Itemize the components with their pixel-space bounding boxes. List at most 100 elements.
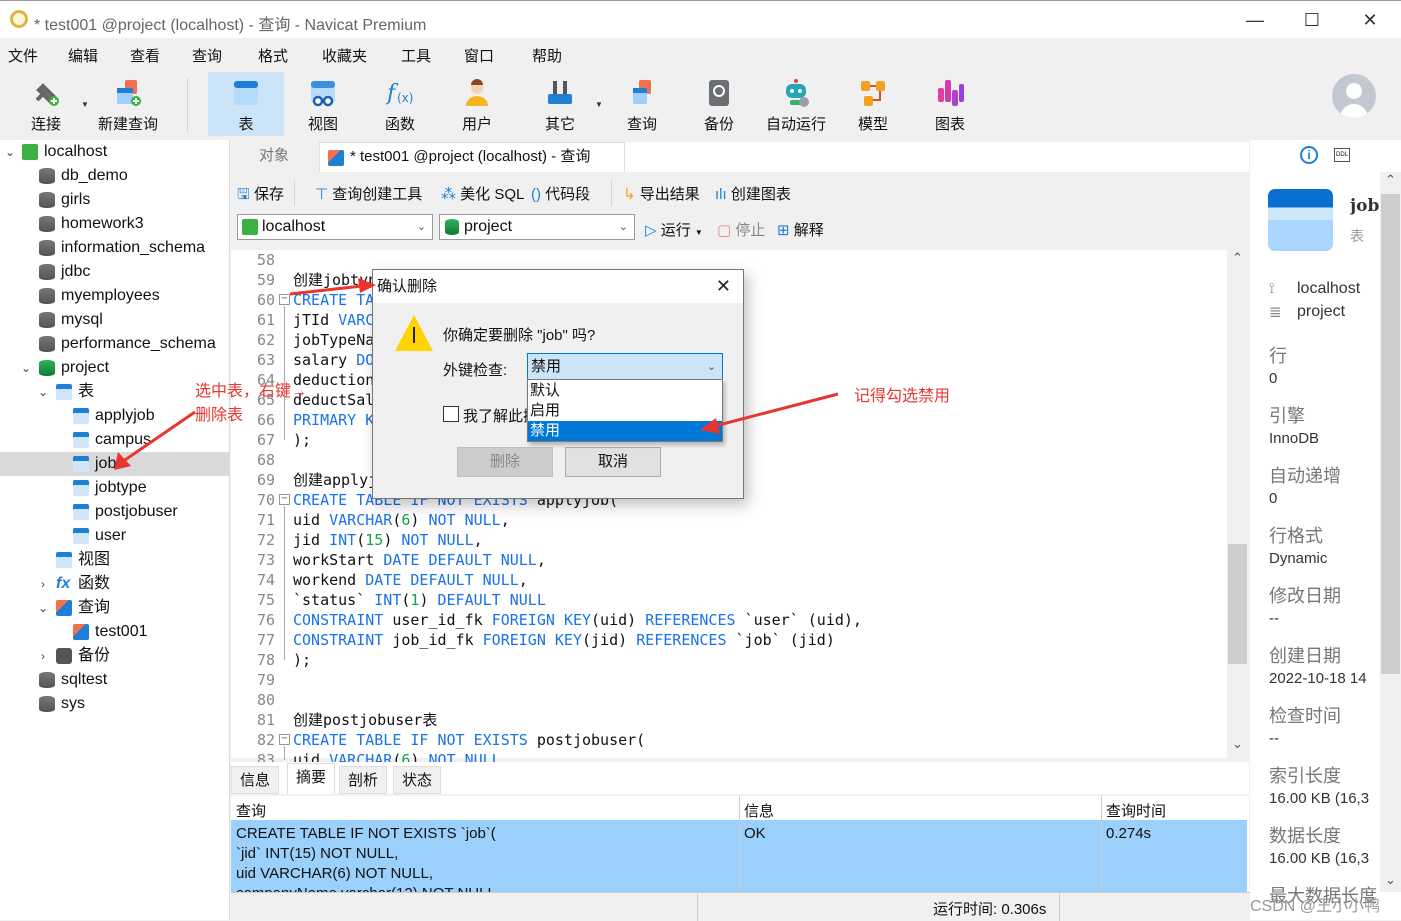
tab-profile[interactable]: 剖析 — [339, 766, 388, 794]
option-disable[interactable]: 禁用 — [528, 421, 722, 441]
chart-button[interactable]: 图表 — [920, 72, 980, 136]
close-button[interactable]: ✕ — [1341, 1, 1399, 39]
query-builder-button[interactable]: ⊤ 查询创建工具 — [315, 183, 422, 204]
stop-button[interactable]: ▢ 停止 — [717, 219, 765, 240]
dialog-close-icon[interactable]: ✕ — [716, 270, 731, 303]
collapse-chevron-icon[interactable]: ⌄ — [4, 140, 16, 164]
code-line: 82− CREATE TABLE IF NOT EXISTS postjobuse… — [231, 730, 1221, 750]
model-button[interactable]: 模型 — [842, 72, 904, 136]
column-header-time[interactable]: 查询时间 — [1106, 800, 1166, 821]
menu-file[interactable]: 文件 — [8, 45, 38, 66]
menu-view[interactable]: 查看 — [130, 45, 160, 66]
tree-database[interactable]: girls — [0, 188, 229, 212]
user-avatar[interactable] — [1332, 74, 1376, 118]
backup-button[interactable]: 备份 — [688, 72, 750, 136]
menu-favorites[interactable]: 收藏夹 — [322, 45, 367, 66]
delete-button[interactable]: 删除 — [457, 447, 553, 477]
scroll-down-icon[interactable]: ⌄ — [1232, 736, 1243, 752]
collapse-chevron-icon[interactable]: ⌄ — [37, 380, 49, 404]
menu-tools[interactable]: 工具 — [401, 45, 431, 66]
menu-format[interactable]: 格式 — [258, 45, 288, 66]
run-dropdown-caret-icon[interactable]: ▼ — [695, 228, 703, 237]
run-button[interactable]: ▷ 运行 ▼ — [645, 219, 703, 240]
new-query-button[interactable]: 新建查询 — [94, 72, 162, 136]
collapse-chevron-icon[interactable]: ⌄ — [37, 596, 49, 620]
scroll-up-icon[interactable]: ⌃ — [1232, 250, 1243, 266]
column-header-info[interactable]: 信息 — [744, 800, 774, 821]
understand-checkbox-label[interactable]: 我了解此操作 — [463, 405, 527, 426]
editor-scrollbar[interactable]: ⌃ ⌄ — [1227, 250, 1249, 758]
tab-objects[interactable]: 对象 — [249, 142, 299, 172]
option-enable[interactable]: 启用 — [528, 401, 722, 421]
tree-query-test001[interactable]: test001 — [0, 620, 229, 644]
tree-database[interactable]: performance_schema — [0, 332, 229, 356]
tree-table[interactable]: user — [0, 524, 229, 548]
function-button[interactable]: f (x) 函数 — [368, 72, 432, 136]
table-button[interactable]: 表 — [208, 72, 284, 136]
save-button[interactable]: 🖫 保存 — [237, 183, 284, 209]
cancel-button[interactable]: 取消 — [565, 447, 661, 477]
connect-dropdown-caret-icon[interactable]: ▼ — [81, 100, 89, 109]
ddl-icon[interactable]: DDL — [1334, 148, 1350, 162]
tree-folder-functions[interactable]: › fx 函数 — [0, 572, 229, 596]
tree-database[interactable]: sys — [0, 692, 229, 716]
tree-database[interactable]: jdbc — [0, 260, 229, 284]
option-default[interactable]: 默认 — [528, 381, 722, 401]
menu-edit[interactable]: 编辑 — [68, 45, 98, 66]
tab-summary[interactable]: 摘要 — [287, 763, 336, 794]
tree-folder-queries[interactable]: ⌄ 查询 — [0, 596, 229, 620]
create-chart-button[interactable]: ılı 创建图表 — [715, 183, 791, 204]
tab-query-test001[interactable]: * test001 @project (localhost) - 查询 — [319, 142, 625, 172]
maximize-button[interactable]: ☐ — [1283, 1, 1341, 39]
explain-button[interactable]: ⊞ 解释 — [777, 219, 824, 240]
fold-toggle-icon[interactable]: − — [279, 494, 290, 505]
other-button[interactable]: 其它 — [528, 72, 592, 136]
info-panel-scrollbar[interactable]: ⌃ ⌄ — [1380, 172, 1401, 892]
understand-checkbox[interactable] — [443, 406, 459, 422]
query-button[interactable]: 查询 — [610, 72, 674, 136]
line-number: 76 — [256, 611, 275, 629]
collapse-chevron-icon[interactable]: ⌄ — [20, 356, 32, 380]
fold-toggle-icon[interactable]: − — [279, 734, 290, 745]
tree-folder-backups[interactable]: › 备份 — [0, 644, 229, 668]
expand-chevron-icon[interactable]: › — [37, 572, 49, 596]
minimize-button[interactable]: — — [1226, 1, 1284, 39]
tab-status[interactable]: 状态 — [393, 766, 442, 794]
tab-info[interactable]: 信息 — [231, 766, 280, 794]
tree-database[interactable]: myemployees — [0, 284, 229, 308]
tree-folder-views[interactable]: 视图 — [0, 548, 229, 572]
tree-table[interactable]: jobtype — [0, 476, 229, 500]
scrollbar-thumb[interactable] — [1228, 544, 1247, 664]
user-button[interactable]: 用户 — [446, 72, 508, 136]
connection-select[interactable]: localhost ⌄ — [237, 214, 433, 240]
tree-database[interactable]: db_demo — [0, 164, 229, 188]
expand-chevron-icon[interactable]: › — [37, 644, 49, 668]
tree-database[interactable]: information_schema — [0, 236, 229, 260]
code-snippet-button[interactable]: () 代码段 — [531, 183, 590, 204]
tree-connection-localhost[interactable]: ⌄ localhost — [0, 140, 229, 164]
backup-label: 备份 — [703, 116, 734, 133]
scroll-down-icon[interactable]: ⌄ — [1385, 872, 1396, 888]
scroll-up-icon[interactable]: ⌃ — [1385, 172, 1396, 188]
info-icon[interactable]: i — [1300, 146, 1318, 164]
scrollbar-thumb[interactable] — [1381, 194, 1400, 674]
menu-window[interactable]: 窗口 — [464, 45, 494, 66]
tree-database[interactable]: homework3 — [0, 212, 229, 236]
other-dropdown-caret-icon[interactable]: ▼ — [595, 100, 603, 109]
connect-button[interactable]: 连接 — [14, 72, 78, 136]
fold-toggle-icon[interactable]: − — [279, 294, 290, 305]
automation-button[interactable]: 自动运行 — [760, 72, 832, 136]
column-header-query[interactable]: 查询 — [236, 800, 266, 821]
export-result-button[interactable]: ↳ 导出结果 — [623, 183, 700, 204]
view-button[interactable]: 视图 — [290, 72, 356, 136]
tree-database[interactable]: sqltest — [0, 668, 229, 692]
tree-database[interactable]: mysql — [0, 308, 229, 332]
tree-table[interactable]: job — [0, 452, 229, 476]
tree-table[interactable]: postjobuser — [0, 500, 229, 524]
menu-help[interactable]: 帮助 — [532, 45, 562, 66]
beautify-sql-button[interactable]: ⁂ 美化 SQL — [441, 183, 524, 204]
tree-table[interactable]: campus — [0, 428, 229, 452]
database-select[interactable]: project ⌄ — [439, 214, 635, 240]
fk-check-select[interactable]: 禁用 ⌄ — [527, 353, 723, 381]
menu-query[interactable]: 查询 — [192, 45, 222, 66]
